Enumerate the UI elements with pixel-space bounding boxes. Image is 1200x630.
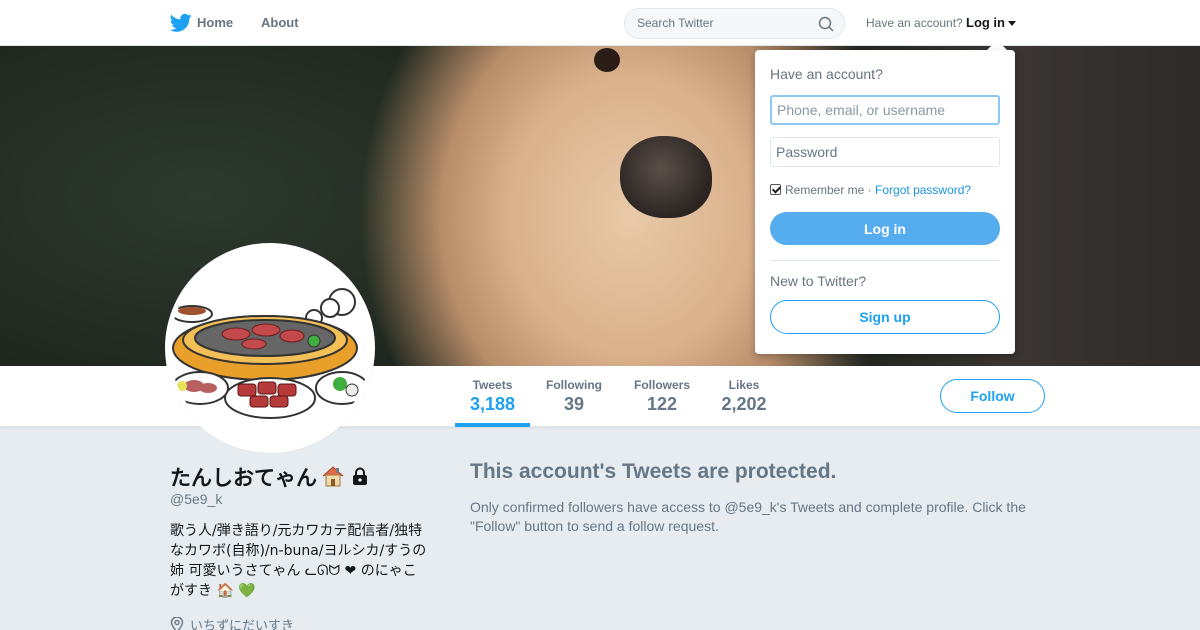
top-nav: Home About Have an account? Log in bbox=[0, 0, 1200, 46]
yakiniku-illustration bbox=[170, 248, 370, 448]
location-text: いちずにだいすき bbox=[190, 619, 295, 630]
stat-label: Followers bbox=[633, 378, 690, 392]
signup-button[interactable]: Sign up bbox=[770, 300, 1000, 334]
login-button[interactable]: Log in bbox=[770, 212, 1000, 245]
active-tab-indicator bbox=[455, 423, 530, 427]
dropdown-heading: Have an account? bbox=[770, 66, 883, 82]
stat-value: 3,188 bbox=[469, 394, 516, 414]
password-field[interactable] bbox=[770, 137, 1000, 167]
location-pin-icon bbox=[170, 617, 184, 630]
remember-row: Remember me · Forgot password? bbox=[770, 183, 971, 197]
login-dropdown: Have an account? Remember me · Forgot pa… bbox=[755, 50, 1015, 354]
house-emoji-icon bbox=[322, 466, 344, 487]
caret-down-icon[interactable] bbox=[1008, 21, 1016, 26]
profile-name-text: たんしおてゃん bbox=[170, 466, 317, 490]
stat-label: Likes bbox=[728, 378, 760, 392]
dog-eye bbox=[594, 48, 620, 72]
stat-label: Following bbox=[546, 378, 602, 392]
profile-name[interactable]: たんしおてゃん bbox=[170, 462, 369, 492]
dropdown-caret bbox=[987, 40, 1007, 50]
stat-likes[interactable]: Likes 2,202 bbox=[712, 378, 776, 415]
remember-checkbox[interactable] bbox=[770, 184, 781, 195]
dropdown-divider bbox=[770, 260, 1000, 261]
twitter-bird-icon[interactable] bbox=[170, 13, 192, 33]
login-dropdown-toggle[interactable]: Log in bbox=[966, 15, 1005, 30]
lock-icon bbox=[353, 467, 367, 485]
avatar[interactable] bbox=[165, 243, 375, 453]
have-account-text: Have an account? bbox=[866, 16, 963, 30]
search-input[interactable] bbox=[637, 16, 807, 30]
forgot-password-link[interactable]: Forgot password? bbox=[875, 183, 971, 197]
nav-home-link[interactable]: Home bbox=[197, 15, 233, 30]
stat-value: 39 bbox=[563, 394, 585, 414]
stat-value: 2,202 bbox=[721, 394, 767, 414]
search-icon[interactable] bbox=[818, 16, 834, 32]
stat-tweets[interactable]: Tweets 3,188 bbox=[455, 378, 530, 415]
separator-dot: · bbox=[867, 183, 872, 197]
dog-nose bbox=[620, 136, 712, 218]
profile-bio: 歌う人/弾き語り/元カワカテ配信者/独特なカワボ(自称)/n-buna/ヨルシカ… bbox=[170, 523, 427, 599]
username-field[interactable] bbox=[770, 95, 1000, 125]
protected-text: Only confirmed followers have access to … bbox=[470, 499, 1026, 534]
search-box bbox=[624, 8, 845, 39]
follow-button[interactable]: Follow bbox=[940, 379, 1045, 413]
stat-followers[interactable]: Followers 122 bbox=[628, 378, 696, 415]
new-to-twitter-text: New to Twitter? bbox=[770, 273, 867, 289]
stat-following[interactable]: Following 39 bbox=[540, 378, 608, 415]
remember-label[interactable]: Remember me bbox=[785, 183, 864, 197]
profile-location: いちずにだいすき bbox=[170, 615, 294, 630]
nav-about-link[interactable]: About bbox=[261, 15, 299, 30]
profile-handle[interactable]: @5e9_k bbox=[170, 491, 222, 507]
stat-value: 122 bbox=[646, 394, 678, 414]
protected-title: This account's Tweets are protected. bbox=[470, 460, 837, 483]
stat-label: Tweets bbox=[472, 378, 513, 392]
